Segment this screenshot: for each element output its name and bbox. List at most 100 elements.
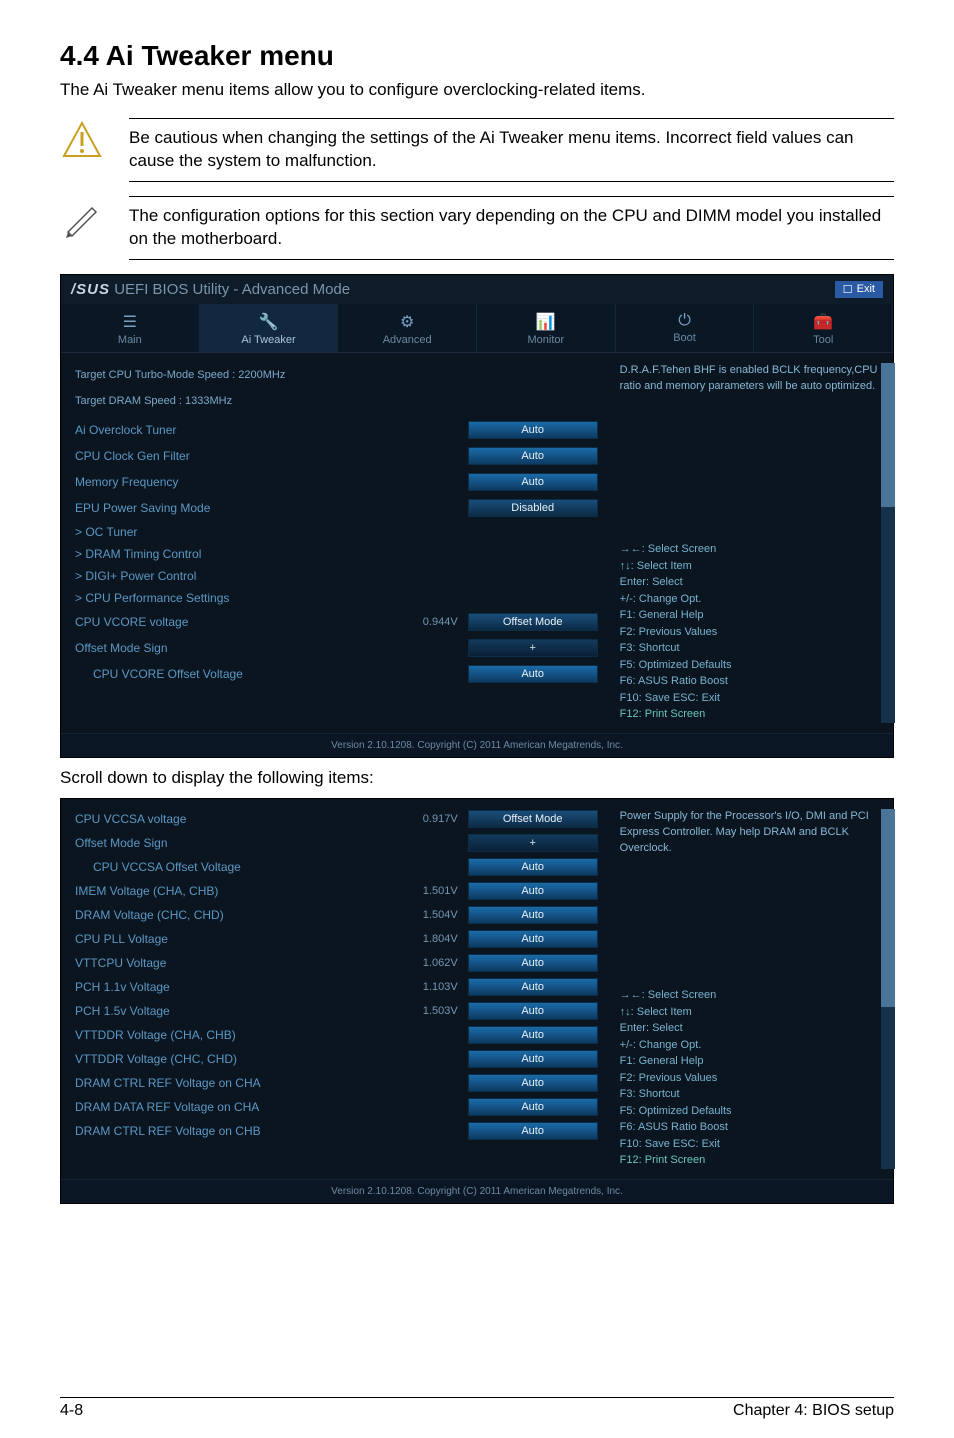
- submenu-dram-timing[interactable]: > DRAM Timing Control: [75, 543, 598, 565]
- help-line: →←: Select Screen: [620, 541, 881, 558]
- tab-tool[interactable]: 🧰 Tool: [754, 304, 893, 352]
- bios-titlebar: /SUS UEFI BIOS Utility - Advanced Mode ☐…: [61, 275, 893, 304]
- bios-left-panel: Target CPU Turbo-Mode Speed : 2200MHz Ta…: [61, 353, 612, 733]
- bios-right-panel: Power Supply for the Processor's I/O, DM…: [612, 799, 893, 1179]
- tab-label: Tool: [813, 334, 833, 346]
- help-line: F3: Shortcut: [620, 640, 881, 657]
- tab-boot[interactable]: ⏻ Boot: [616, 304, 755, 352]
- row-ai-overclock-tuner[interactable]: Ai Overclock TunerAuto: [75, 417, 598, 443]
- tab-label: Monitor: [528, 334, 565, 346]
- row-vttddr-ab[interactable]: VTTDDR Voltage (CHA, CHB)Auto: [75, 1023, 598, 1047]
- caution-text: Be cautious when changing the settings o…: [129, 118, 894, 182]
- brand-logo: /SUS: [71, 281, 110, 298]
- help-line: F12: Print Screen: [620, 706, 881, 723]
- help-line: ↑↓: Select Item: [620, 558, 881, 575]
- chip-icon: ⚙: [338, 312, 476, 332]
- power-icon: ⏻: [616, 312, 754, 330]
- info-text-panel: D.R.A.F.Tehen BHF is enabled BCLK freque…: [620, 363, 881, 395]
- warning-icon: [60, 118, 104, 162]
- bios-nav: ☰ Main 🔧Ai Tweaker ⚙ Advanced 📊 Monitor ⏻ Bo…: [61, 304, 893, 353]
- row-dram-ctrl-ref-cha[interactable]: DRAM CTRL REF Voltage on CHAAuto: [75, 1071, 598, 1095]
- section-heading: 4.4 Ai Tweaker menu: [60, 40, 894, 72]
- tab-label: Ai Tweaker: [241, 334, 295, 346]
- bios-screenshot-2: CPU VCCSA voltage0.917VOffset Mode Offse…: [60, 798, 894, 1204]
- scrollbar-thumb[interactable]: [881, 809, 895, 1007]
- exit-button[interactable]: ☐ Exit: [835, 281, 883, 298]
- tool-icon: 🧰: [754, 312, 892, 332]
- tab-monitor[interactable]: 📊 Monitor: [477, 304, 616, 352]
- target-dram: Target DRAM Speed : 1333MHz: [75, 391, 598, 411]
- help-line: Enter: Select: [620, 1020, 881, 1037]
- section-subtitle: The Ai Tweaker menu items allow you to c…: [60, 80, 894, 100]
- help-line: +/-: Change Opt.: [620, 591, 881, 608]
- row-offset-mode-sign[interactable]: Offset Mode Sign+: [75, 635, 598, 661]
- pen-icon: [60, 196, 104, 240]
- tab-label: Boot: [673, 332, 696, 344]
- row-pch-11v[interactable]: PCH 1.1v Voltage1.103VAuto: [75, 975, 598, 999]
- info-note: The configuration options for this secti…: [60, 196, 894, 260]
- row-cpu-vcore[interactable]: CPU VCORE voltage0.944VOffset Mode: [75, 609, 598, 635]
- help-line: F6: ASUS Ratio Boost: [620, 673, 881, 690]
- help-line: F5: Optimized Defaults: [620, 657, 881, 674]
- row-dram-ctrl-ref-chb[interactable]: DRAM CTRL REF Voltage on CHBAuto: [75, 1119, 598, 1143]
- row-cpu-clock-gen-filter[interactable]: CPU Clock Gen FilterAuto: [75, 443, 598, 469]
- list-icon: ☰: [61, 312, 199, 332]
- info-text: The configuration options for this secti…: [129, 196, 894, 260]
- exit-icon: ☐: [843, 283, 853, 296]
- help-line: F1: General Help: [620, 607, 881, 624]
- tab-advanced[interactable]: ⚙ Advanced: [338, 304, 477, 352]
- row-dram-data-ref-cha[interactable]: DRAM DATA REF Voltage on CHAAuto: [75, 1095, 598, 1119]
- scroll-caption: Scroll down to display the following ite…: [60, 768, 894, 788]
- row-memory-frequency[interactable]: Memory FrequencyAuto: [75, 469, 598, 495]
- tab-ai-tweaker[interactable]: 🔧Ai Tweaker: [200, 304, 339, 352]
- scrollbar[interactable]: [881, 363, 895, 723]
- help-keys: →←: Select Screen ↑↓: Select Item Enter:…: [620, 541, 881, 723]
- scrollbar-thumb[interactable]: [881, 363, 895, 507]
- row-epu-power-saving[interactable]: EPU Power Saving ModeDisabled: [75, 495, 598, 521]
- help-line: Enter: Select: [620, 574, 881, 591]
- row-cpu-vccsa[interactable]: CPU VCCSA voltage0.917VOffset Mode: [75, 807, 598, 831]
- monitor-icon: 📊: [477, 312, 615, 332]
- info-text-panel: Power Supply for the Processor's I/O, DM…: [620, 809, 881, 857]
- bios-right-panel: D.R.A.F.Tehen BHF is enabled BCLK freque…: [612, 353, 893, 733]
- help-line: F1: General Help: [620, 1053, 881, 1070]
- help-line: F10: Save ESC: Exit: [620, 690, 881, 707]
- help-line: ↑↓: Select Item: [620, 1004, 881, 1021]
- row-pch-15v[interactable]: PCH 1.5v Voltage1.503VAuto: [75, 999, 598, 1023]
- scrollbar[interactable]: [881, 809, 895, 1169]
- page-footer: 4-8 Chapter 4: BIOS setup: [60, 1397, 894, 1420]
- exit-label: Exit: [857, 283, 875, 295]
- bios-footer: Version 2.10.1208. Copyright (C) 2011 Am…: [61, 733, 893, 757]
- page-number: 4-8: [60, 1402, 83, 1420]
- chapter-label: Chapter 4: BIOS setup: [733, 1402, 894, 1420]
- row-vttcpu[interactable]: VTTCPU Voltage1.062VAuto: [75, 951, 598, 975]
- help-line: F2: Previous Values: [620, 1070, 881, 1087]
- help-line: +/-: Change Opt.: [620, 1037, 881, 1054]
- caution-note: Be cautious when changing the settings o…: [60, 118, 894, 182]
- tab-label: Main: [118, 334, 142, 346]
- tab-main[interactable]: ☰ Main: [61, 304, 200, 352]
- help-line: F3: Shortcut: [620, 1086, 881, 1103]
- row-dram-voltage-cd[interactable]: DRAM Voltage (CHC, CHD)1.504VAuto: [75, 903, 598, 927]
- tab-label: Advanced: [383, 334, 432, 346]
- help-line: F12: Print Screen: [620, 1152, 881, 1169]
- bios-mode-title: UEFI BIOS Utility - Advanced Mode: [114, 281, 350, 298]
- help-line: F2: Previous Values: [620, 624, 881, 641]
- submenu-cpu-perf[interactable]: > CPU Performance Settings: [75, 587, 598, 609]
- row-vttddr-cd[interactable]: VTTDDR Voltage (CHC, CHD)Auto: [75, 1047, 598, 1071]
- row-imem-voltage[interactable]: IMEM Voltage (CHA, CHB)1.501VAuto: [75, 879, 598, 903]
- bios-screenshot-1: /SUS UEFI BIOS Utility - Advanced Mode ☐…: [60, 274, 894, 758]
- bios-footer: Version 2.10.1208. Copyright (C) 2011 Am…: [61, 1179, 893, 1203]
- row-offset-mode-sign[interactable]: Offset Mode Sign+: [75, 831, 598, 855]
- target-cpu: Target CPU Turbo-Mode Speed : 2200MHz: [75, 365, 598, 385]
- row-cpu-vcore-offset[interactable]: CPU VCORE Offset VoltageAuto: [75, 661, 598, 687]
- help-line: F6: ASUS Ratio Boost: [620, 1119, 881, 1136]
- help-line: →←: Select Screen: [620, 987, 881, 1004]
- submenu-digi-power[interactable]: > DIGI+ Power Control: [75, 565, 598, 587]
- help-keys: →←: Select Screen ↑↓: Select Item Enter:…: [620, 987, 881, 1169]
- help-line: F10: Save ESC: Exit: [620, 1136, 881, 1153]
- row-cpu-pll[interactable]: CPU PLL Voltage1.804VAuto: [75, 927, 598, 951]
- submenu-oc-tuner[interactable]: > OC Tuner: [75, 521, 598, 543]
- row-cpu-vccsa-offset[interactable]: CPU VCCSA Offset VoltageAuto: [75, 855, 598, 879]
- bios-left-panel: CPU VCCSA voltage0.917VOffset Mode Offse…: [61, 799, 612, 1179]
